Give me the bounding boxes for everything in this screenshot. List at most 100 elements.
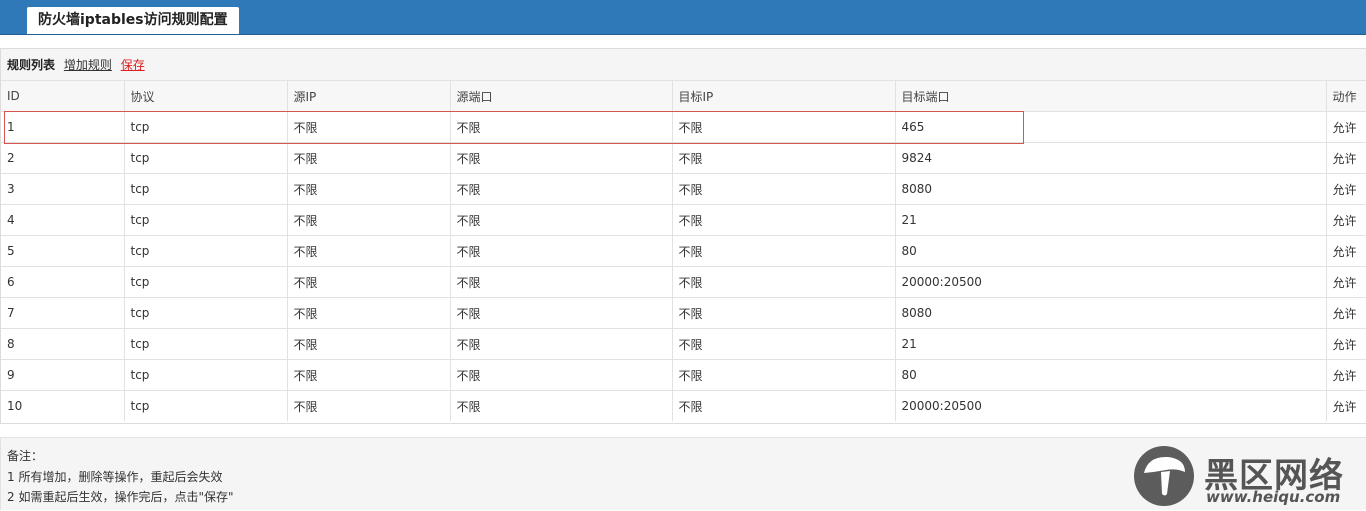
- cell-source-ip: 不限: [287, 111, 451, 143]
- cell-target-port: 8080: [895, 297, 1327, 329]
- cell-target-port: 20000:20500: [895, 266, 1327, 298]
- cell-source-ip: 不限: [287, 204, 451, 236]
- cell-id: 5: [1, 235, 125, 267]
- cell-source-port: 不限: [450, 359, 673, 391]
- mushroom-logo-icon: [1134, 446, 1194, 506]
- cell-target-ip: 不限: [672, 266, 896, 298]
- cell-target-ip: 不限: [672, 328, 896, 360]
- cell-target-ip: 不限: [672, 204, 896, 236]
- table-row[interactable]: 9 tcp 不限 不限 不限 80 允许: [1, 359, 1366, 391]
- cell-id: 6: [1, 266, 125, 298]
- column-header-source-port: 源端口: [450, 81, 673, 112]
- cell-target-port: 465: [895, 111, 1327, 143]
- cell-source-port: 不限: [450, 266, 673, 298]
- cell-source-ip: 不限: [287, 142, 451, 174]
- cell-target-port: 21: [895, 328, 1327, 360]
- cell-id: 8: [1, 328, 125, 360]
- cell-source-port: 不限: [450, 235, 673, 267]
- rules-panel: 规则列表 增加规则 保存 ID 协议 源IP 源端口 目标IP 目标端口 动作 …: [0, 48, 1366, 424]
- cell-protocol: tcp: [124, 297, 288, 329]
- cell-target-ip: 不限: [672, 111, 896, 143]
- cell-protocol: tcp: [124, 266, 288, 298]
- cell-id: 2: [1, 142, 125, 174]
- note-item: 1 所有增加，删除等操作，重起后会失效: [7, 470, 223, 484]
- watermark: 黑区网络 www.heiqu.com: [1134, 446, 1364, 508]
- cell-source-ip: 不限: [287, 390, 451, 421]
- cell-target-ip: 不限: [672, 390, 896, 421]
- cell-source-port: 不限: [450, 142, 673, 174]
- column-header-target-ip: 目标IP: [672, 81, 896, 112]
- table-row[interactable]: 1 tcp 不限 不限 不限 465 允许: [1, 111, 1366, 143]
- note-item: 2 如需重起后生效，操作完后，点击"保存": [7, 490, 234, 504]
- cell-protocol: tcp: [124, 235, 288, 267]
- cell-source-ip: 不限: [287, 297, 451, 329]
- cell-protocol: tcp: [124, 204, 288, 236]
- cell-action: 允许: [1326, 359, 1366, 391]
- cell-action: 允许: [1332, 399, 1357, 414]
- table-row[interactable]: 7 tcp 不限 不限 不限 8080 允许: [1, 297, 1366, 329]
- cell-id: 7: [1, 297, 125, 329]
- cell-source-ip: 不限: [287, 173, 451, 205]
- cell-action: 允许: [1326, 173, 1366, 205]
- cell-source-port: 不限: [450, 328, 673, 360]
- cell-source-port: 不限: [450, 204, 673, 236]
- cell-id: 3: [1, 173, 125, 205]
- cell-source-port: 不限: [450, 173, 673, 205]
- cell-target-ip: 不限: [672, 297, 896, 329]
- cell-protocol: tcp: [124, 142, 288, 174]
- cell-target-port: 9824: [895, 142, 1327, 174]
- cell-target-ip: 不限: [672, 173, 896, 205]
- cell-action: 允许: [1326, 142, 1366, 174]
- table-row[interactable]: 6 tcp 不限 不限 不限 20000:20500 允许: [1, 266, 1366, 298]
- tab-iptables-rules[interactable]: 防火墙iptables访问规则配置: [27, 7, 239, 34]
- cell-protocol: tcp: [124, 173, 288, 205]
- cell-source-ip: 不限: [287, 266, 451, 298]
- cell-source-ip: 不限: [287, 328, 451, 360]
- top-nav-bar: 防火墙iptables访问规则配置: [0, 0, 1366, 35]
- cell-protocol: tcp: [124, 328, 288, 360]
- cell-action: 允许: [1326, 266, 1366, 298]
- table-header-row: ID 协议 源IP 源端口 目标IP 目标端口 动作: [1, 81, 1366, 112]
- rules-table: ID 协议 源IP 源端口 目标IP 目标端口 动作 1 tcp 不限 不限 不限 465…: [1, 81, 1366, 421]
- column-header-source-ip: 源IP: [287, 81, 451, 112]
- column-header-action: 动作: [1326, 81, 1366, 112]
- cell-source-port: 不限: [450, 297, 673, 329]
- cell-id: 10: [1, 390, 125, 421]
- cell-source-port: 不限: [450, 111, 673, 143]
- cell-target-ip: 不限: [672, 235, 896, 267]
- add-rule-link[interactable]: 增加规则: [64, 58, 112, 72]
- cell-source-ip: 不限: [287, 235, 451, 267]
- rules-list-title: 规则列表: [7, 58, 56, 72]
- cell-action: 允许: [1326, 328, 1366, 360]
- cell-protocol: tcp: [124, 111, 288, 143]
- rules-table-body: 1 tcp 不限 不限 不限 465 允许 2 tcp 不限 不限 不限 9824 允许 3 tcp 不限 不限不…: [1, 111, 1366, 421]
- table-row[interactable]: 4 tcp 不限 不限 不限 21 允许: [1, 204, 1366, 236]
- column-header-protocol: 协议: [124, 81, 288, 112]
- watermark-url: www.heiqu.com: [1206, 488, 1341, 506]
- cell-target-port: 80: [895, 235, 1327, 267]
- cell-protocol: tcp: [124, 359, 288, 391]
- cell-action: 允许: [1326, 204, 1366, 236]
- table-row[interactable]: 2 tcp 不限 不限 不限 9824 允许: [1, 142, 1366, 174]
- cell-id: 9: [1, 359, 125, 391]
- cell-action: 允许: [1326, 111, 1366, 143]
- cell-protocol: tcp: [124, 390, 288, 421]
- cell-target-port: 20000:20500: [895, 390, 1327, 421]
- cell-target-ip: 不限: [672, 142, 896, 174]
- table-row[interactable]: 8 tcp 不限 不限 不限 21 允许: [1, 328, 1366, 360]
- table-row[interactable]: 5 tcp 不限 不限 不限 80 允许: [1, 235, 1366, 267]
- cell-target-port: 21: [895, 204, 1327, 236]
- cell-source-ip: 不限: [287, 359, 451, 391]
- save-link[interactable]: 保存: [121, 58, 145, 72]
- cell-id: 1: [1, 111, 125, 143]
- cell-id: 4: [1, 204, 125, 236]
- cell-target-ip: 不限: [672, 359, 896, 391]
- cell-target-port: 80: [895, 359, 1327, 391]
- cell-source-port: 不限: [450, 390, 673, 421]
- column-header-target-port: 目标端口: [895, 81, 1327, 112]
- column-header-id: ID: [1, 81, 125, 112]
- table-row[interactable]: 10 tcp 不限 不限 不限 20000:20500 允许: [1, 390, 1366, 421]
- cell-target-port: 8080: [895, 173, 1327, 205]
- table-row[interactable]: 3 tcp 不限 不限 不限 8080 允许: [1, 173, 1366, 205]
- rules-toolbar: 规则列表 增加规则 保存: [1, 49, 1366, 81]
